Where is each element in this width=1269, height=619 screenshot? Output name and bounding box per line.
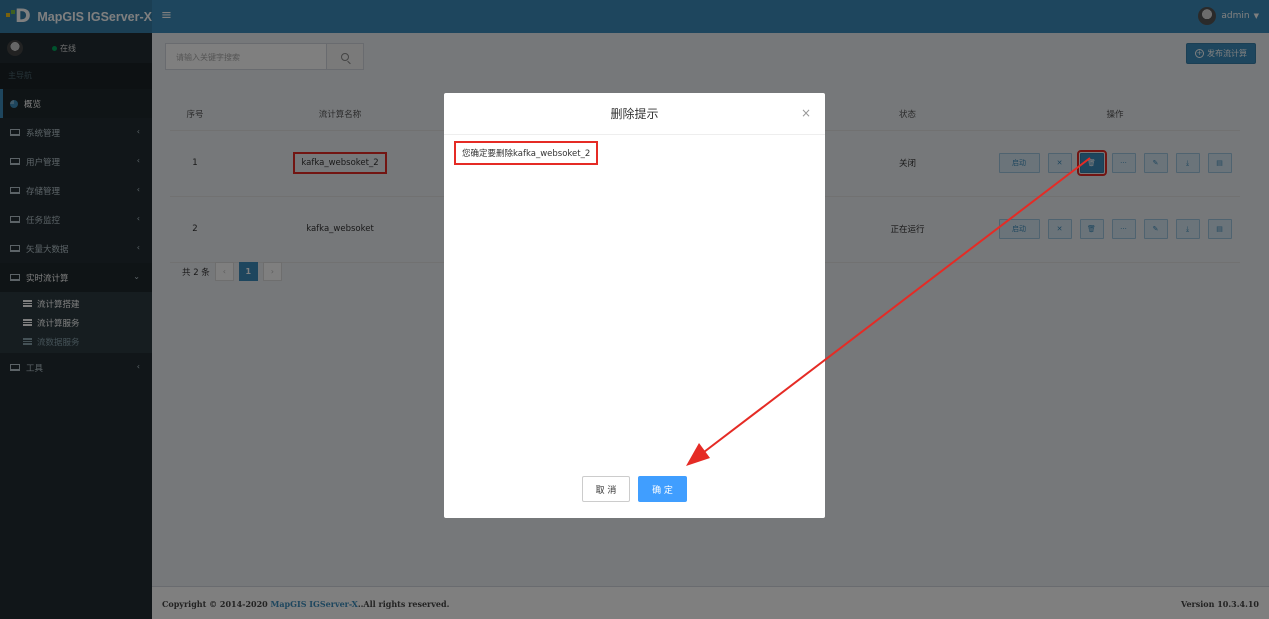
confirm-button[interactable]: 确 定 <box>638 476 687 502</box>
dialog-title: 删除提示 <box>444 93 825 135</box>
delete-confirm-dialog: 删除提示 × 您确定要删除kafka_websoket_2 取 消 确 定 <box>444 93 825 518</box>
close-icon[interactable]: × <box>801 106 811 120</box>
dialog-message: 您确定要删除kafka_websoket_2 <box>454 141 599 165</box>
cancel-button[interactable]: 取 消 <box>582 476 630 502</box>
